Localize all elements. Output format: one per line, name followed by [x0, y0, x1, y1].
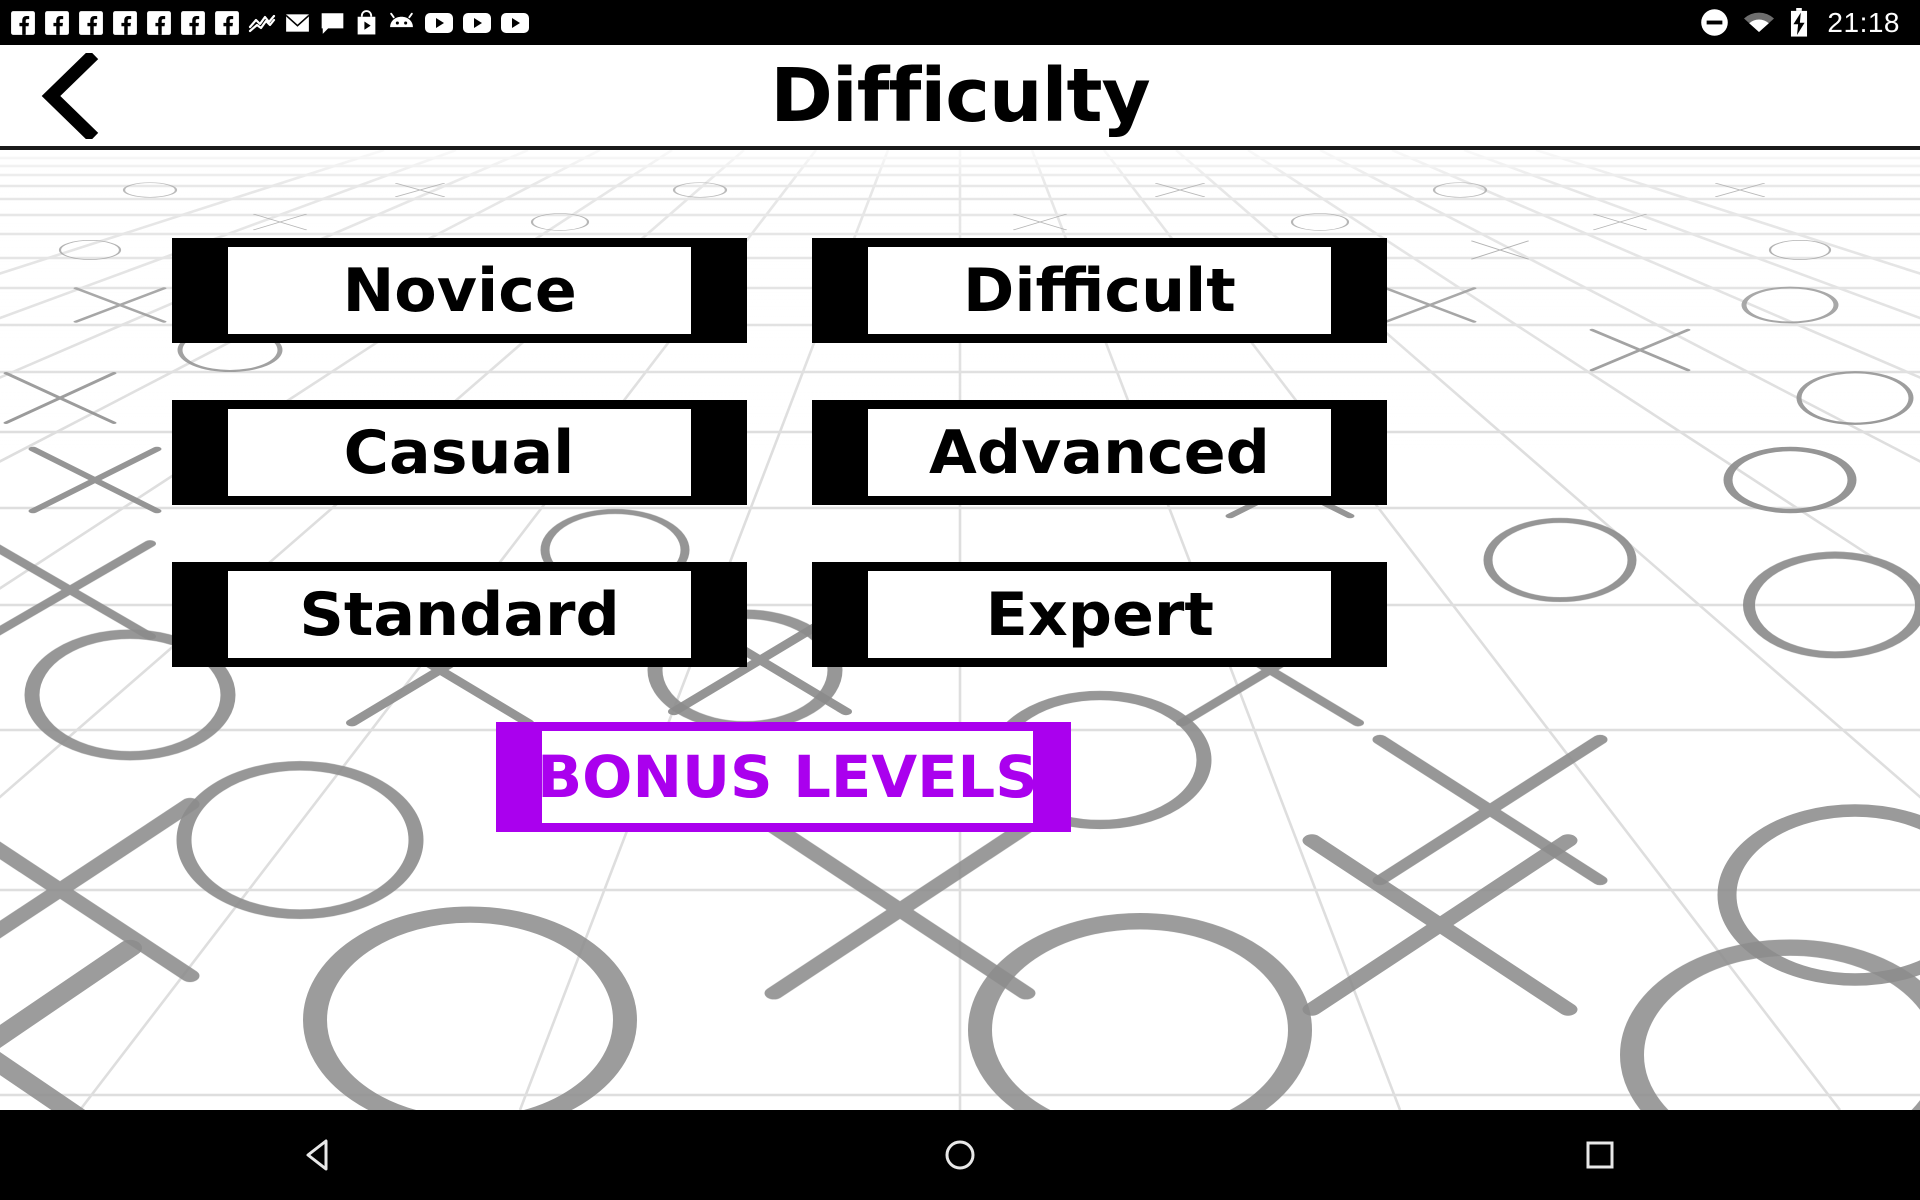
difficulty-screen: Novice Difficult Casual Advanced Standar… — [0, 150, 1920, 1110]
status-bar-notification-icons — [0, 9, 1700, 36]
difficulty-button-difficult[interactable]: Difficult — [812, 238, 1387, 343]
button-face: Expert — [868, 571, 1331, 658]
chevron-left-icon — [41, 53, 99, 139]
facebook-icon — [147, 10, 171, 35]
android-head-icon — [390, 12, 413, 27]
nav-back-button[interactable] — [220, 1110, 420, 1200]
facebook-icon — [79, 10, 103, 35]
do-not-disturb-icon — [1701, 9, 1729, 36]
status-bar: 21:18 — [0, 0, 1920, 45]
facebook-icon — [11, 10, 35, 35]
difficulty-button-advanced[interactable]: Advanced — [812, 400, 1387, 505]
play-store-bag-icon — [357, 9, 376, 34]
nav-recents-square-icon — [1586, 1141, 1614, 1169]
difficulty-button-grid: Novice Difficult Casual Advanced Standar… — [0, 150, 1920, 1110]
facebook-icon — [215, 10, 239, 35]
nav-home-button[interactable] — [860, 1110, 1060, 1200]
battery-charging-icon — [1791, 8, 1808, 37]
difficulty-button-label: Casual — [344, 417, 575, 488]
button-face: Difficult — [868, 247, 1331, 334]
facebook-icon — [181, 10, 205, 35]
envelope-mail-icon — [286, 13, 309, 32]
app-root: 21:18 Difficulty Novice Difficult Casual… — [0, 0, 1920, 1200]
trending-chart-icon — [248, 14, 276, 32]
difficulty-button-label: Standard — [299, 579, 620, 650]
nav-home-circle-icon — [945, 1140, 975, 1170]
difficulty-button-expert[interactable]: Expert — [812, 562, 1387, 667]
facebook-icon — [45, 10, 69, 35]
back-button[interactable] — [26, 53, 112, 139]
title-bar: Difficulty — [0, 45, 1920, 150]
difficulty-button-label: Difficult — [963, 255, 1236, 326]
difficulty-button-casual[interactable]: Casual — [172, 400, 747, 505]
difficulty-button-novice[interactable]: Novice — [172, 238, 747, 343]
difficulty-button-label: Advanced — [929, 417, 1270, 488]
wifi-icon — [1744, 12, 1775, 32]
facebook-icon — [113, 10, 137, 35]
status-bar-system-icons: 21:18 — [1700, 7, 1920, 39]
bonus-levels-label: BONUS LEVELS — [537, 743, 1038, 811]
chat-bubble-icon — [321, 12, 344, 34]
button-face: Advanced — [868, 409, 1331, 496]
page-title: Difficulty — [770, 52, 1151, 139]
youtube-icon — [425, 12, 453, 33]
android-navigation-bar — [0, 1110, 1920, 1200]
status-bar-clock: 21:18 — [1827, 6, 1900, 38]
button-face: Casual — [228, 409, 691, 496]
nav-back-triangle-icon — [306, 1139, 328, 1171]
difficulty-button-label: Novice — [342, 255, 577, 326]
youtube-icon — [501, 12, 529, 33]
nav-recents-button[interactable] — [1500, 1110, 1700, 1200]
button-face: Standard — [228, 571, 691, 658]
difficulty-button-standard[interactable]: Standard — [172, 562, 747, 667]
bonus-button-face: BONUS LEVELS — [537, 731, 1038, 823]
difficulty-button-label: Expert — [985, 579, 1214, 650]
bonus-levels-button[interactable]: BONUS LEVELS — [496, 722, 1071, 832]
button-face: Novice — [228, 247, 691, 334]
youtube-icon — [463, 12, 491, 33]
